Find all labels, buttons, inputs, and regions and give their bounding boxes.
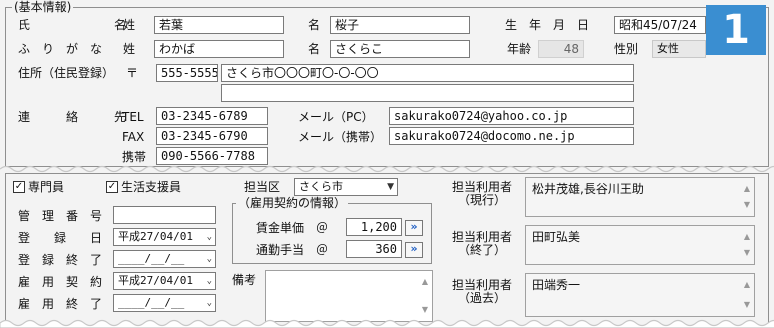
furigana-label: ふ り が な — [18, 42, 103, 56]
contact-label: 連 絡 先 — [18, 110, 139, 124]
check-icon: ✓ — [14, 181, 24, 192]
commute-label: 通勤手当 ＠ — [256, 243, 329, 257]
address-label: 住所（住民登録） — [18, 66, 115, 80]
current-users-value: 松井茂雄,長谷川王助 — [532, 182, 644, 196]
postal-code-field[interactable]: 555-5555 — [156, 64, 218, 82]
mei-label: 名 — [308, 18, 321, 32]
scroll-up-icon[interactable]: ▲ — [742, 278, 752, 292]
age-label: 年齢 — [507, 42, 532, 56]
hire-date-select[interactable]: 平成27/04/01 ⌄ — [113, 272, 216, 290]
scroll-down-icon[interactable]: ▼ — [742, 298, 752, 312]
area-label: 担当区 — [244, 180, 281, 194]
scroll-down-icon[interactable]: ▼ — [742, 246, 752, 260]
fax-field[interactable]: 03-2345-6790 — [156, 127, 268, 145]
tel-field[interactable]: 03-2345-6789 — [156, 107, 268, 125]
basic-info-legend: (基本情報) — [12, 0, 74, 14]
torn-edge-bottom — [0, 319, 774, 328]
chevron-down-icon: ▼ — [387, 182, 394, 192]
scroll-down-icon[interactable]: ▼ — [742, 198, 752, 212]
gender-select[interactable]: 女性 — [652, 40, 706, 58]
past-users-box[interactable]: 田端秀一 ▲ ▼ — [525, 273, 755, 317]
chevron-down-icon: ⌄ — [206, 298, 212, 308]
scroll-up-icon[interactable]: ▲ — [742, 182, 752, 196]
area-select[interactable]: さくら市 ▼ — [294, 178, 398, 196]
first-name-field[interactable]: 桜子 — [330, 16, 470, 34]
ended-users-label: 担当利用者 （終了） — [452, 230, 513, 257]
mobile-label: 携帯 — [122, 150, 147, 164]
name-label: 氏 名 — [18, 18, 139, 32]
mobile-field[interactable]: 090-5566-7788 — [156, 147, 268, 165]
mgmt-no-field[interactable] — [113, 206, 216, 224]
scroll-up-icon[interactable]: ▲ — [742, 230, 752, 244]
support-checkbox[interactable]: ✓ — [106, 181, 118, 193]
hire-end-select[interactable]: ____/__/__ ⌄ — [113, 294, 216, 312]
area-value: さくら市 — [299, 180, 343, 193]
torn-edge-middle — [0, 165, 774, 173]
chevron-down-icon: ⌄ — [206, 276, 212, 286]
birthday-label: 生 年 月 日 — [505, 18, 590, 32]
birthday-field[interactable]: 昭和45/07/24 — [614, 16, 706, 34]
email-mobile-label: メール（携帯） — [298, 130, 383, 144]
past-users-scrollbar: ▲ ▼ — [742, 278, 752, 312]
last-name-kana-field[interactable]: わかば — [154, 40, 284, 58]
fax-label: FAX — [122, 130, 145, 144]
reg-end-value: ____/__/__ — [118, 252, 185, 265]
gender-label: 性別 — [614, 42, 639, 56]
reg-date-value: 平成27/04/01 — [118, 230, 193, 243]
hire-date-value: 平成27/04/01 — [118, 274, 193, 287]
first-name-kana-field[interactable]: さくらこ — [330, 40, 470, 58]
age-field: 48 — [538, 40, 584, 58]
wage-label: 賃金単価 ＠ — [256, 221, 329, 235]
past-users-value: 田端秀一 — [532, 278, 581, 292]
chevron-down-icon: ⌄ — [206, 254, 212, 264]
notes-scrollbar: ▲ ▼ — [420, 275, 430, 317]
gender-value: 女性 — [657, 42, 679, 55]
check-icon: ✓ — [107, 181, 117, 192]
sei-label: 姓 — [123, 18, 136, 32]
current-users-box[interactable]: 松井茂雄,長谷川王助 ▲ ▼ — [525, 177, 755, 217]
ended-users-box[interactable]: 田町弘美 ▲ ▼ — [525, 225, 755, 265]
contract-legend: （雇用契約の情報） — [236, 196, 349, 210]
postal-mark: 〒 — [126, 66, 139, 80]
current-users-scrollbar: ▲ ▼ — [742, 182, 752, 212]
chevron-down-icon: ⌄ — [206, 232, 212, 242]
reg-date-select[interactable]: 平成27/04/01 ⌄ — [113, 228, 216, 246]
ended-users-scrollbar: ▲ ▼ — [742, 230, 752, 260]
hire-date-label: 雇 用 契 約 日 — [18, 275, 127, 289]
specialist-label: 専門員 — [28, 180, 65, 194]
scroll-up-icon[interactable]: ▲ — [420, 275, 430, 289]
mei-kana-label: 名 — [308, 42, 321, 56]
address2-field[interactable] — [221, 84, 634, 102]
wage-double-arrow-right-icon[interactable]: » — [405, 220, 423, 236]
specialist-checkbox[interactable]: ✓ — [13, 181, 25, 193]
ended-users-value: 田町弘美 — [532, 230, 581, 244]
email-pc-label: メール（PC） — [298, 110, 374, 124]
tel-label: TEL — [122, 110, 144, 124]
step-badge: 1 — [706, 5, 766, 55]
notes-textarea[interactable]: ▲ ▼ — [265, 270, 433, 322]
mgmt-no-label: 管 理 番 号 — [18, 209, 103, 223]
hire-end-value: ____/__/__ — [118, 296, 185, 309]
email-pc-field[interactable]: sakurako0724@yahoo.co.jp — [389, 107, 634, 125]
past-users-label: 担当利用者 （過去） — [452, 278, 513, 305]
reg-end-label: 登 録 終 了 日 — [18, 253, 127, 267]
commute-double-arrow-right-icon[interactable]: » — [405, 242, 423, 258]
address1-field[interactable]: さくら市〇〇〇町〇-〇-〇〇 — [221, 64, 634, 82]
reg-end-select[interactable]: ____/__/__ ⌄ — [113, 250, 216, 268]
sei-kana-label: 姓 — [123, 42, 136, 56]
reg-date-label: 登 録 日 — [18, 231, 103, 245]
notes-label: 備考 — [232, 273, 257, 287]
email-mobile-field[interactable]: sakurako0724@docomo.ne.jp — [389, 127, 634, 145]
hire-end-label: 雇 用 終 了 日 — [18, 297, 127, 311]
current-users-label: 担当利用者 （現行） — [452, 180, 513, 207]
support-label: 生活支援員 — [121, 180, 182, 194]
last-name-field[interactable]: 若葉 — [154, 16, 284, 34]
wage-field[interactable]: 1,200 — [346, 218, 402, 236]
scroll-down-icon[interactable]: ▼ — [420, 303, 430, 317]
commute-field[interactable]: 360 — [346, 240, 402, 258]
